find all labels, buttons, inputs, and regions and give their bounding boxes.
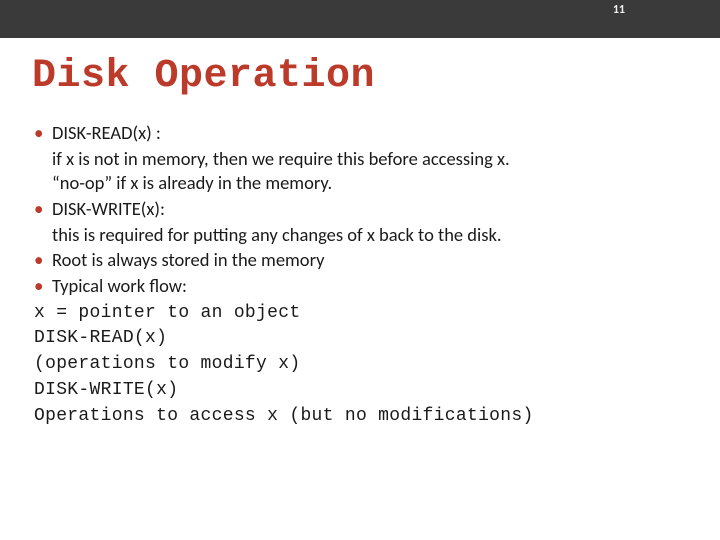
bullet-text: Root is always stored in the memory [52,248,686,272]
code-line: DISK-READ(x) [34,327,686,351]
bullet-text: DISK-READ(x) : [52,121,686,145]
code-line: x = pointer to an object [34,302,686,326]
code-line: DISK-WRITE(x) [34,379,686,403]
bullet-dot-icon: • [34,274,52,299]
bullet-dot-icon: • [34,197,52,222]
bullet-text: DISK-WRITE(x): [52,197,686,221]
slide-top-bar: 11 [0,0,720,38]
bullet-item: • DISK-READ(x) : [34,121,686,146]
bullet-continuation: this is required for putting any changes… [52,223,686,247]
page-number: 11 [613,3,625,17]
bullet-item: • Root is always stored in the memory [34,248,686,273]
bullet-text: Typical work flow: [52,274,686,298]
bullet-item: • DISK-WRITE(x): [34,197,686,222]
bullet-item: • Typical work flow: [34,274,686,299]
code-line: (operations to modify x) [34,353,686,377]
bullet-dot-icon: • [34,248,52,273]
code-line: Operations to access x (but no modificat… [34,405,686,429]
slide-title: Disk Operation [32,54,720,99]
bullet-continuation: “no-op” if x is already in the memory. [52,171,686,195]
bullet-continuation: if x is not in memory, then we require t… [52,147,686,171]
slide-content: • DISK-READ(x) : if x is not in memory, … [34,121,686,428]
bullet-dot-icon: • [34,121,52,146]
